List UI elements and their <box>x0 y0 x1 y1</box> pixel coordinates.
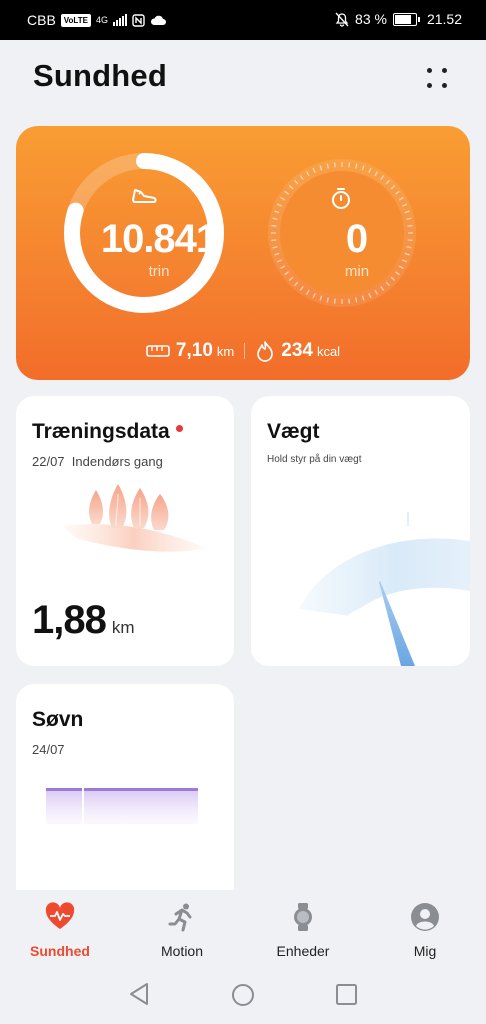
back-icon[interactable] <box>128 982 150 1006</box>
timer-tick <box>333 162 336 168</box>
weight-title: Vægt <box>267 420 320 443</box>
sleep-title: Søvn <box>32 708 84 731</box>
stopwatch-icon <box>332 188 350 209</box>
signal-icon <box>112 14 127 26</box>
training-activity: Indendørs gang <box>71 454 163 469</box>
ruler-icon <box>146 345 170 357</box>
cloud-icon <box>150 15 166 25</box>
calories-value: 234 <box>281 340 313 361</box>
carrier-label: CBB <box>27 12 56 28</box>
more-dots-icon[interactable] <box>420 63 454 95</box>
tab-label: Motion <box>160 943 204 959</box>
home-icon[interactable] <box>231 983 255 1007</box>
heart-pulse-icon <box>45 902 75 929</box>
tab-label: Sundhed <box>30 943 90 959</box>
steps-value: 10.841 <box>100 217 218 261</box>
watch-icon <box>294 903 312 931</box>
volte-icon: VoLTE <box>60 13 91 27</box>
steps-unit: trin <box>148 263 170 280</box>
divider <box>244 343 246 359</box>
tab-mig[interactable]: Mig <box>375 902 475 959</box>
timer-tick <box>333 298 336 304</box>
distance-value: 7,10 <box>175 340 213 361</box>
status-bar: CBB VoLTE 4G 83 % 21.52 <box>0 0 486 40</box>
tab-motion[interactable]: Motion <box>132 902 232 959</box>
training-distance-value: 1,88 <box>32 598 107 642</box>
activity-card[interactable]: 10.841 trin 0 min 7,10 km 234 kcal <box>16 126 470 380</box>
scale-gauge-illustration <box>299 512 470 666</box>
tab-enheder[interactable]: Enheder <box>253 902 353 959</box>
weight-card[interactable]: Vægt Hold styr på din vægt <box>251 396 470 666</box>
activity-summary: 7,10 km 234 kcal <box>16 340 470 362</box>
timer-tick <box>348 162 351 168</box>
profile-icon <box>411 903 439 931</box>
training-date: 22/07 <box>32 454 65 469</box>
tab-label: Mig <box>413 943 437 959</box>
bottom-tab-bar: Sundhed Motion Enheder Mig <box>0 890 486 962</box>
shoe-icon <box>132 189 157 203</box>
training-distance-unit: km <box>111 618 135 637</box>
distance-unit: km <box>216 344 235 359</box>
battery-percent: 83 % <box>355 11 387 27</box>
sleep-date: 24/07 <box>32 742 65 757</box>
training-title: Træningsdata <box>32 420 170 443</box>
sleep-card[interactable]: Søvn 24/07 <box>16 684 234 904</box>
nfc-icon <box>132 13 145 27</box>
tab-sundhed[interactable]: Sundhed <box>10 902 110 959</box>
training-card[interactable]: Træningsdata 22/07 Indendørs gang 1,88 km <box>16 396 234 666</box>
system-nav-bar <box>0 962 486 1024</box>
battery-icon <box>392 12 420 26</box>
weight-subtitle: Hold styr på din vægt <box>267 454 362 465</box>
flame-icon <box>257 341 274 362</box>
mute-icon <box>335 12 349 27</box>
active-minutes-unit: min <box>344 263 370 280</box>
workout-illustration <box>62 484 206 552</box>
network-label: 4G <box>95 15 108 25</box>
timer-tick <box>348 298 351 304</box>
page-title: Sundhed <box>33 58 167 93</box>
new-indicator <box>175 425 183 432</box>
active-minutes-value: 0 <box>345 217 369 261</box>
sleep-bar-illustration <box>46 786 198 826</box>
calories-unit: kcal <box>316 344 341 359</box>
tab-label: Enheder <box>276 943 330 959</box>
recents-icon[interactable] <box>336 984 357 1005</box>
running-icon <box>168 903 192 932</box>
clock: 21.52 <box>426 11 462 27</box>
